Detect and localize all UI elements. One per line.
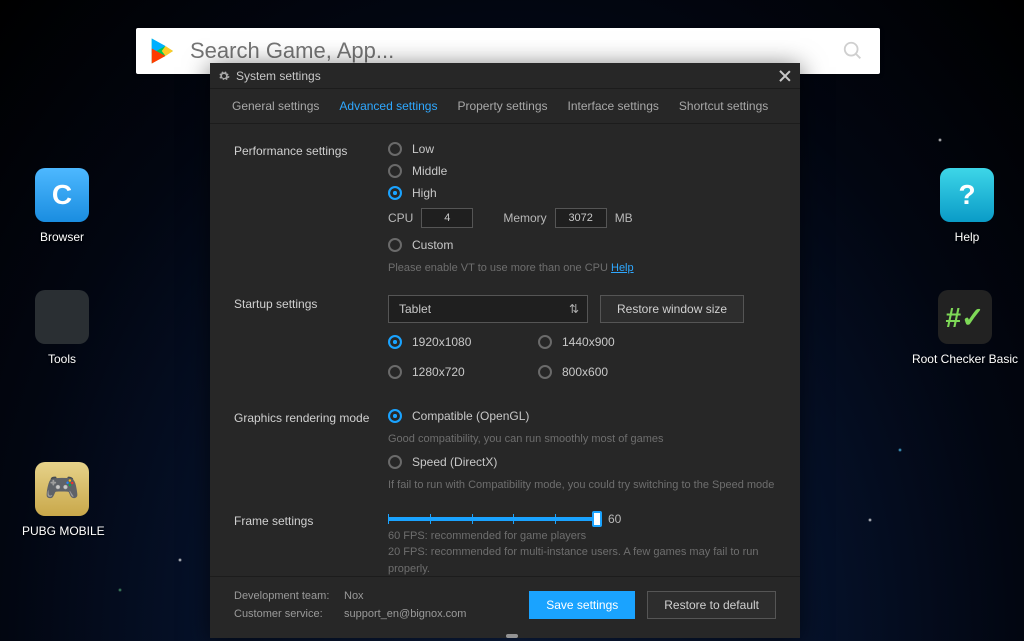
browser-icon: C — [35, 168, 89, 222]
directx-hint: If fail to run with Compatibility mode, … — [388, 477, 776, 494]
tab-property[interactable]: Property settings — [447, 93, 557, 123]
vt-hint: Please enable VT to use more than one CP… — [388, 260, 776, 277]
fps-value: 60 — [608, 512, 621, 526]
tab-advanced[interactable]: Advanced settings — [329, 93, 447, 123]
perf-high-radio[interactable]: High — [388, 186, 776, 200]
dev-team-label: Development team: — [234, 587, 344, 606]
tab-shortcut[interactable]: Shortcut settings — [669, 93, 778, 123]
slider-thumb[interactable] — [592, 511, 602, 527]
play-store-icon — [148, 36, 178, 66]
search-icon[interactable] — [842, 40, 864, 62]
restore-default-button[interactable]: Restore to default — [647, 591, 776, 619]
gear-icon — [218, 70, 230, 82]
icon-label: Tools — [22, 352, 102, 366]
dialog-footer: Development team:Nox Customer service:su… — [210, 576, 800, 638]
fps-hint: 60 FPS: recommended for game players 20 … — [388, 528, 776, 576]
startup-label: Startup settings — [234, 295, 388, 399]
res-800x600-radio[interactable]: 800x600 — [538, 365, 688, 379]
save-settings-button[interactable]: Save settings — [529, 591, 635, 619]
cpu-input[interactable]: 4 — [421, 208, 473, 228]
res-1280x720-radio[interactable]: 1280x720 — [388, 365, 538, 379]
customer-service-label: Customer service: — [234, 605, 344, 624]
res-1440x900-radio[interactable]: 1440x900 — [538, 335, 688, 349]
page-indicator — [506, 634, 518, 638]
icon-label: Root Checker Basic — [910, 352, 1020, 366]
restore-window-size-button[interactable]: Restore window size — [600, 295, 744, 323]
system-settings-dialog: System settings General settings Advance… — [210, 63, 800, 638]
dialog-title: System settings — [236, 69, 778, 83]
search-input[interactable] — [178, 38, 842, 64]
icon-label: Browser — [22, 230, 102, 244]
dialog-titlebar: System settings — [210, 63, 800, 89]
startup-mode-select[interactable]: Tablet ⇅ — [388, 295, 588, 323]
root-checker-icon: #✓ — [938, 290, 992, 344]
vt-help-link[interactable]: Help — [611, 262, 634, 274]
dev-team-value: Nox — [344, 590, 364, 602]
close-icon[interactable] — [778, 69, 792, 83]
tools-icon — [35, 290, 89, 344]
dialog-body: Performance settings Low Middle High CPU… — [210, 124, 800, 576]
chevron-updown-icon: ⇅ — [569, 302, 579, 316]
tab-general[interactable]: General settings — [222, 93, 329, 123]
opengl-hint: Good compatibility, you can run smoothly… — [388, 431, 776, 448]
memory-unit: MB — [615, 211, 633, 225]
res-1920x1080-radio[interactable]: 1920x1080 — [388, 335, 538, 349]
perf-custom-radio[interactable]: Custom — [388, 238, 776, 252]
customer-service-value: support_en@bignox.com — [344, 608, 466, 620]
graphics-opengl-radio[interactable]: Compatible (OpenGL) — [388, 409, 776, 423]
frame-label: Frame settings — [234, 512, 388, 576]
desktop-icon-pubg[interactable]: 🎮 PUBG MOBILE — [22, 462, 102, 538]
cpu-label: CPU — [388, 211, 413, 225]
memory-label: Memory — [503, 211, 546, 225]
perf-low-radio[interactable]: Low — [388, 142, 776, 156]
help-icon: ? — [940, 168, 994, 222]
desktop-icon-browser[interactable]: C Browser — [22, 168, 102, 244]
pubg-icon: 🎮 — [35, 462, 89, 516]
memory-input[interactable]: 3072 — [555, 208, 607, 228]
graphics-directx-radio[interactable]: Speed (DirectX) — [388, 455, 776, 469]
settings-tabs: General settings Advanced settings Prope… — [210, 89, 800, 124]
icon-label: PUBG MOBILE — [22, 524, 102, 538]
fps-slider[interactable] — [388, 517, 598, 521]
tab-interface[interactable]: Interface settings — [558, 93, 669, 123]
perf-middle-radio[interactable]: Middle — [388, 164, 776, 178]
icon-label: Help — [927, 230, 1007, 244]
desktop-icon-root-checker[interactable]: #✓ Root Checker Basic — [910, 290, 1020, 366]
desktop-icon-tools[interactable]: Tools — [22, 290, 102, 366]
graphics-label: Graphics rendering mode — [234, 409, 388, 502]
performance-label: Performance settings — [234, 142, 388, 285]
desktop-icon-help[interactable]: ? Help — [927, 168, 1007, 244]
